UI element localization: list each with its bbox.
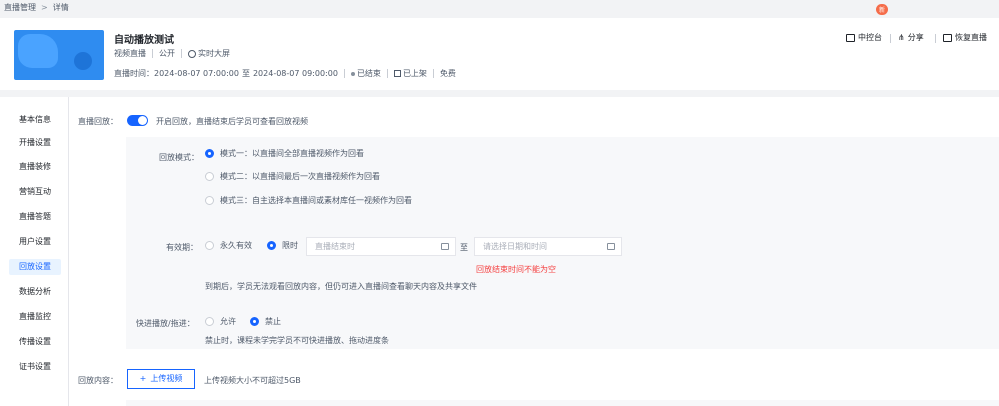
control-console-button[interactable]: 中控台: [846, 32, 882, 43]
sidebar-item-replay-settings[interactable]: 回放设置: [9, 259, 61, 275]
sidebar-item-quiz[interactable]: 直播答题: [9, 209, 61, 225]
shelf-icon: [393, 70, 401, 77]
replay-mode-option-3-label: 模式三：自主选择本直播间或素材库任一视频作为回看: [220, 196, 412, 205]
radio-selected-icon: [250, 317, 259, 326]
fastforward-allow-label: 允许: [220, 317, 236, 326]
fastforward-forbid-label: 禁止: [265, 317, 281, 326]
share-label: 分享: [907, 33, 924, 42]
replay-content-panel: [126, 400, 999, 406]
calendar-icon: [607, 243, 615, 250]
monitor-icon: [846, 33, 855, 42]
replay-end-input[interactable]: 请选择日期和时间: [474, 237, 622, 256]
replay-start-placeholder: 直播结束时: [315, 242, 355, 251]
live-meta: 视频直播 公开 实时大屏: [114, 48, 230, 59]
replay-mode-option-3[interactable]: 模式三：自主选择本直播间或素材库任一视频作为回看: [205, 195, 412, 206]
time-separator: 至: [241, 69, 250, 78]
replay-start-input[interactable]: 直播结束时: [306, 237, 456, 256]
validity-permanent-option[interactable]: 永久有效: [205, 240, 252, 251]
sidebar-item-monitoring[interactable]: 直播监控: [9, 309, 61, 325]
sidebar-item-broadcast-settings[interactable]: 开播设置: [9, 135, 61, 151]
validity-limited-option[interactable]: 限时: [267, 240, 298, 251]
sidebar-item-distribution[interactable]: 传播设置: [9, 334, 61, 350]
validity-limited-label: 限时: [282, 241, 298, 250]
replay-toggle-label: 直播回放：: [78, 117, 118, 126]
replay-mode-option-2-label: 模式二：以直播间最后一次直播视频作为回看: [220, 172, 380, 181]
live-title: 自动播放测试: [114, 35, 174, 46]
status-dot-icon: [350, 71, 355, 76]
sidebar-item-data-analysis[interactable]: 数据分析: [9, 284, 61, 300]
range-separator: 至: [460, 243, 468, 252]
replay-end-error: 回放结束时间不能为空: [476, 265, 556, 274]
breadcrumb-separator: >: [41, 3, 48, 12]
fastforward-label: 快进播放/拖进：: [136, 319, 195, 328]
breadcrumb-parent[interactable]: 直播管理: [4, 3, 36, 12]
live-time-row: 直播时间： 2024-08-07 07:00:00 至 2024-08-07 0…: [114, 68, 456, 79]
realtime-screen-link[interactable]: 实时大屏: [198, 48, 230, 59]
live-end-time: 2024-08-07 09:00:00: [252, 69, 338, 78]
radio-icon: [205, 172, 214, 181]
restore-live-label: 恢复直播: [955, 33, 987, 42]
sidebar-item-marketing[interactable]: 营销互动: [9, 184, 61, 200]
live-privacy: 公开: [159, 49, 175, 58]
calendar-icon: [441, 243, 449, 250]
restore-live-button[interactable]: 恢复直播: [943, 32, 987, 43]
live-cover-image: [14, 30, 104, 80]
sidebar-divider: [68, 97, 69, 406]
live-type: 视频直播: [114, 49, 146, 58]
live-price: 免费: [439, 69, 456, 78]
validity-permanent-label: 永久有效: [220, 241, 252, 250]
breadcrumb-current: 详情: [52, 3, 69, 12]
sidebar-item-user-settings[interactable]: 用户设置: [9, 234, 61, 250]
validity-label: 有效期：: [166, 243, 198, 252]
share-button[interactable]: ⋔ 分享: [898, 32, 924, 43]
upload-video-button[interactable]: + 上传视频: [127, 369, 195, 389]
screen-icon: [188, 49, 196, 58]
replay-content-label: 回放内容：: [78, 376, 118, 385]
new-badge: 新: [876, 4, 889, 15]
replay-toggle[interactable]: [127, 115, 148, 126]
upload-hint: 上传视频大小不可超过5GB: [204, 376, 301, 385]
replay-mode-option-1[interactable]: 模式一：以直播间全部直播视频作为回看: [205, 148, 364, 159]
radio-selected-icon: [205, 149, 214, 158]
sidebar-item-basic-info[interactable]: 基本信息: [9, 112, 61, 128]
upload-video-label: 上传视频: [150, 374, 183, 383]
replay-mode-option-1-label: 模式一：以直播间全部直播视频作为回看: [220, 149, 364, 158]
radio-selected-icon: [267, 241, 276, 250]
replay-mode-option-2[interactable]: 模式二：以直播间最后一次直播视频作为回看: [205, 171, 380, 182]
live-published: 已上架: [402, 69, 427, 78]
fastforward-hint: 禁止时，课程未学完学员不可快进播放、拖动进度条: [205, 336, 389, 345]
live-header-card: 自动播放测试 视频直播 公开 实时大屏 直播时间： 2024-08-07 07:…: [0, 18, 999, 90]
sidebar-item-decoration[interactable]: 直播装修: [9, 159, 61, 175]
radio-icon: [205, 317, 214, 326]
share-icon: ⋔: [898, 33, 905, 42]
fastforward-forbid-option[interactable]: 禁止: [250, 316, 281, 327]
restore-icon: [943, 33, 952, 42]
replay-toggle-hint: 开启回放，直播结束后学员可查看回放视频: [156, 117, 308, 126]
live-time-label: 直播时间：: [114, 69, 154, 78]
radio-icon: [205, 196, 214, 205]
fastforward-allow-option[interactable]: 允许: [205, 316, 236, 327]
control-console-label: 中控台: [858, 33, 882, 42]
sidebar-item-certificate[interactable]: 证书设置: [9, 359, 61, 375]
radio-icon: [205, 241, 214, 250]
plus-icon: +: [139, 374, 147, 383]
live-start-time: 2024-08-07 07:00:00: [154, 69, 239, 78]
breadcrumb: 直播管理 > 详情: [4, 2, 69, 13]
validity-hint: 到期后，学员无法观看回放内容，但仍可进入直播间查看聊天内容及共享文件: [205, 282, 477, 291]
replay-end-placeholder: 请选择日期和时间: [483, 242, 547, 251]
live-status: 已结束: [356, 69, 381, 78]
replay-mode-label: 回放模式：: [159, 153, 199, 162]
